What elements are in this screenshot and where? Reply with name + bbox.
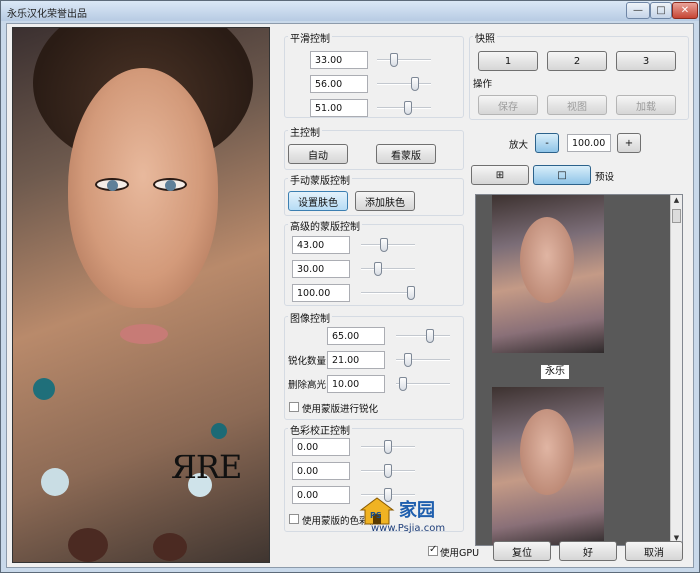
- ops-title: 操作: [473, 79, 493, 90]
- snapshot-3-button[interactable]: 3: [616, 51, 676, 71]
- necklace-bead: [33, 378, 55, 400]
- zoom-value[interactable]: 100.00: [567, 134, 611, 152]
- preset-scrollbar[interactable]: ▲ ▼: [670, 195, 682, 545]
- view-mask-button[interactable]: 看蒙版: [376, 144, 436, 164]
- zoom-label: 放大: [509, 140, 529, 151]
- use-mask-color-checkbox[interactable]: [289, 514, 299, 524]
- scroll-thumb[interactable]: [672, 209, 681, 223]
- scroll-up-icon[interactable]: ▲: [672, 196, 681, 206]
- title-bar[interactable]: 永乐汉化荣誉出品 — □ ✕: [1, 1, 699, 21]
- smooth-value-1[interactable]: 33.00: [310, 51, 368, 69]
- window-title: 永乐汉化荣誉出品: [7, 9, 87, 20]
- client-area: ЯRE 平滑控制 33.00 56.00 51.00 主控制 自动 看蒙版 手动…: [6, 23, 694, 568]
- use-gpu-checkbox[interactable]: [428, 544, 438, 556]
- face-shape: [68, 68, 218, 308]
- zoom-in-button[interactable]: +: [617, 133, 641, 153]
- add-skin-button[interactable]: 添加肤色: [355, 191, 415, 211]
- necklace-bead: [153, 533, 187, 561]
- preset-thumbnail-2[interactable]: [492, 387, 604, 545]
- maximize-button[interactable]: □: [650, 2, 672, 19]
- sharpen-label: 锐化数量: [288, 356, 327, 367]
- minimize-button[interactable]: —: [626, 2, 650, 19]
- use-gpu-label: 使用GPU: [440, 548, 480, 559]
- color-slider-2[interactable]: [361, 464, 415, 478]
- smooth-value-2[interactable]: 56.00: [310, 75, 368, 93]
- preset-list[interactable]: 永乐 ▲ ▼: [475, 194, 683, 546]
- logo-brand-text: 家园: [399, 500, 435, 521]
- zoom-out-button[interactable]: -: [535, 133, 559, 153]
- app-window: 永乐汉化荣誉出品 — □ ✕ ЯRE 平滑控制 33.00 56.00 51.0…: [0, 0, 700, 573]
- smooth-slider-1[interactable]: [377, 53, 431, 67]
- ok-button[interactable]: 好: [559, 541, 617, 561]
- logo-ps-text: PS: [370, 511, 382, 520]
- auto-button[interactable]: 自动: [288, 144, 348, 164]
- view-button[interactable]: 视图: [547, 95, 607, 115]
- reset-button[interactable]: 复位: [493, 541, 551, 561]
- logo-url-text: www.Psjia.com: [371, 523, 446, 534]
- lips-shape: [120, 324, 168, 344]
- image-slider-1[interactable]: [396, 329, 450, 343]
- highlight-value[interactable]: 10.00: [327, 375, 385, 393]
- preset-label: 预设: [595, 172, 615, 183]
- sharpen-value[interactable]: 21.00: [327, 351, 385, 369]
- use-mask-sharpen-checkbox[interactable]: [289, 402, 299, 412]
- advanced-value-2[interactable]: 30.00: [292, 260, 350, 278]
- advanced-slider-3[interactable]: [361, 286, 415, 300]
- color-value-3[interactable]: 0.00: [292, 486, 350, 504]
- highlight-slider[interactable]: [396, 377, 450, 391]
- highlight-label: 删除高光: [288, 380, 327, 391]
- color-group-title: 色彩校正控制: [288, 422, 352, 437]
- snapshot-group-title: 快照: [473, 30, 497, 45]
- advanced-value-3[interactable]: 100.00: [292, 284, 350, 302]
- color-value-2[interactable]: 0.00: [292, 462, 350, 480]
- necklace-bead: [41, 468, 69, 496]
- snapshot-1-button[interactable]: 1: [478, 51, 538, 71]
- grid-view-button[interactable]: ⊞: [471, 165, 529, 185]
- load-button[interactable]: 加载: [616, 95, 676, 115]
- manual-mask-group-title: 手动蒙版控制: [288, 172, 352, 187]
- left-eye-shape: [95, 178, 129, 191]
- main-photo[interactable]: ЯRE: [12, 27, 270, 563]
- advanced-slider-2[interactable]: [361, 262, 415, 276]
- snapshot-2-button[interactable]: 2: [547, 51, 607, 71]
- smooth-slider-2[interactable]: [377, 77, 431, 91]
- image-value-1[interactable]: 65.00: [327, 327, 385, 345]
- advanced-slider-1[interactable]: [361, 238, 415, 252]
- preset-thumbnail-1[interactable]: [492, 195, 604, 353]
- site-logo: PS 家园 www.Psjia.com: [357, 496, 477, 536]
- master-group-title: 主控制: [288, 124, 322, 139]
- color-slider-1[interactable]: [361, 440, 415, 454]
- preset-caption-1: 永乐: [541, 365, 569, 379]
- advanced-value-1[interactable]: 43.00: [292, 236, 350, 254]
- sharpen-slider[interactable]: [396, 353, 450, 367]
- smooth-value-3[interactable]: 51.00: [310, 99, 368, 117]
- cancel-button[interactable]: 取消: [625, 541, 683, 561]
- color-value-1[interactable]: 0.00: [292, 438, 350, 456]
- use-mask-sharpen-label: 使用蒙版进行锐化: [302, 404, 379, 415]
- smooth-group-title: 平滑控制: [288, 30, 332, 45]
- grid-view-icon: ⊞: [495, 169, 505, 181]
- necklace-bead: [211, 423, 227, 439]
- image-group-title: 图像控制: [288, 310, 332, 325]
- watermark: ЯRE: [171, 448, 242, 486]
- set-skin-button[interactable]: 设置肤色: [288, 191, 348, 211]
- single-view-icon: □: [557, 169, 567, 181]
- right-eye-shape: [153, 178, 187, 191]
- smooth-slider-3[interactable]: [377, 101, 431, 115]
- single-view-button[interactable]: □: [533, 165, 591, 185]
- necklace-bead: [68, 528, 108, 562]
- save-button[interactable]: 保存: [478, 95, 538, 115]
- close-button[interactable]: ✕: [672, 2, 698, 19]
- advanced-mask-group-title: 高级的蒙版控制: [288, 218, 362, 233]
